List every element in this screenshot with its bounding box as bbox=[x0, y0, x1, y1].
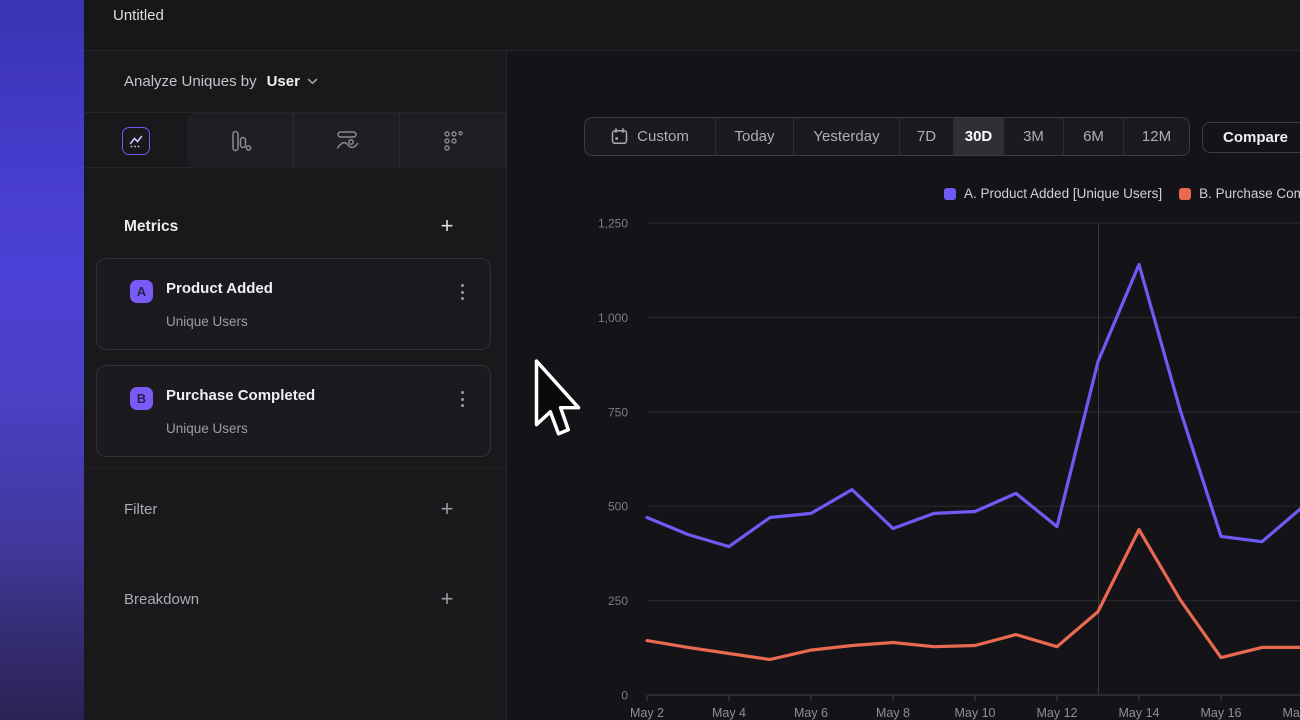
metric-title: Product Added bbox=[166, 280, 273, 297]
x-axis-tick-label: May 18 bbox=[1283, 706, 1300, 720]
tab-funnels[interactable] bbox=[187, 113, 293, 168]
y-axis-tick-label: 1,250 bbox=[598, 217, 628, 231]
x-axis-tick-label: May 2 bbox=[630, 706, 664, 720]
sidebar-divider bbox=[84, 468, 506, 469]
compare-button[interactable]: Compare bbox=[1202, 122, 1300, 153]
time-range-label: 12M bbox=[1142, 128, 1171, 145]
time-range-6m[interactable]: 6M bbox=[1063, 118, 1123, 155]
time-range-yesterday[interactable]: Yesterday bbox=[793, 118, 899, 155]
add-metric-button[interactable]: + bbox=[437, 215, 457, 237]
metric-options-kebab-icon[interactable] bbox=[461, 391, 464, 407]
tab-flows[interactable] bbox=[293, 113, 400, 168]
metric-card[interactable]: B Purchase Completed Unique Users bbox=[96, 365, 491, 457]
metric-subtitle[interactable]: Unique Users bbox=[166, 314, 248, 329]
y-axis-tick-label: 1,000 bbox=[598, 311, 628, 325]
x-axis-tick-label: May 16 bbox=[1201, 706, 1242, 720]
chevron-down-icon bbox=[307, 78, 318, 85]
metric-card[interactable]: A Product Added Unique Users bbox=[96, 258, 491, 350]
time-range-3m[interactable]: 3M bbox=[1003, 118, 1063, 155]
time-range-12m[interactable]: 12M bbox=[1123, 118, 1189, 155]
metric-series-badge: B bbox=[130, 387, 153, 410]
series-line[interactable] bbox=[647, 530, 1300, 660]
retention-dots-icon bbox=[441, 129, 465, 153]
x-axis-tick-label: May 6 bbox=[794, 706, 828, 720]
y-axis-tick-label: 0 bbox=[621, 689, 628, 703]
time-range-today[interactable]: Today bbox=[715, 118, 793, 155]
time-range-label: Today bbox=[734, 128, 774, 145]
x-axis-tick-label: May 14 bbox=[1119, 706, 1160, 720]
add-filter-button[interactable]: + bbox=[437, 498, 457, 520]
flows-icon bbox=[334, 129, 360, 153]
analyze-row: Analyze Uniques by User bbox=[84, 51, 506, 113]
time-range-label: Yesterday bbox=[813, 128, 879, 145]
app-window: { "window": { "title": "Untitled" }, "si… bbox=[0, 0, 1300, 720]
x-axis-tick-label: May 4 bbox=[712, 706, 746, 720]
query-sidebar: Analyze Uniques by User bbox=[84, 51, 507, 720]
metric-title: Purchase Completed bbox=[166, 387, 315, 404]
line-chart-icon bbox=[122, 127, 150, 155]
funnel-bars-icon bbox=[228, 129, 252, 153]
line-chart[interactable]: 0 250 500 750 1,000 1,250 May 2 May 4 May 6 May 8… bbox=[507, 180, 1300, 720]
y-axis-tick-label: 750 bbox=[608, 405, 628, 419]
analyze-by-value: User bbox=[267, 73, 300, 90]
desktop-background-strip bbox=[0, 0, 84, 720]
filter-section-label: Filter bbox=[124, 501, 157, 518]
time-range-label: 3M bbox=[1023, 128, 1044, 145]
calendar-icon bbox=[611, 128, 628, 145]
x-axis-tick-label: May 12 bbox=[1037, 706, 1078, 720]
x-axis-tick-label: May 8 bbox=[876, 706, 910, 720]
y-axis-tick-label: 500 bbox=[608, 500, 628, 514]
series-line[interactable] bbox=[647, 265, 1300, 547]
x-axis-tick-label: May 10 bbox=[955, 706, 996, 720]
time-range-label: 6M bbox=[1083, 128, 1104, 145]
analyze-by-dropdown[interactable]: User bbox=[267, 73, 318, 90]
metric-subtitle[interactable]: Unique Users bbox=[166, 421, 248, 436]
metrics-section-label: Metrics bbox=[124, 218, 178, 236]
chart-type-tabs bbox=[84, 113, 506, 168]
time-range-custom[interactable]: Custom bbox=[585, 118, 715, 155]
analyze-label: Analyze Uniques by bbox=[124, 73, 257, 90]
metric-options-kebab-icon[interactable] bbox=[461, 284, 464, 300]
time-range-label: 7D bbox=[917, 128, 936, 145]
time-range-30d[interactable]: 30D bbox=[953, 118, 1003, 155]
chart-type-tab-group bbox=[187, 113, 506, 168]
chart-panel: Custom Today Yesterday 7D 30D 3M 6M 12M Compare… bbox=[507, 51, 1300, 720]
y-axis-tick-label: 250 bbox=[608, 594, 628, 608]
time-range-label: 30D bbox=[965, 128, 993, 145]
time-range-7d[interactable]: 7D bbox=[899, 118, 953, 155]
metric-series-badge: A bbox=[130, 280, 153, 303]
breakdown-section-label: Breakdown bbox=[124, 591, 199, 608]
add-breakdown-button[interactable]: + bbox=[437, 588, 457, 610]
tab-retention[interactable] bbox=[399, 113, 506, 168]
top-bar: Untitled bbox=[84, 0, 1300, 51]
tab-insights[interactable] bbox=[84, 113, 187, 168]
time-range-label: Custom bbox=[637, 128, 689, 145]
date-range-toolbar: Custom Today Yesterday 7D 30D 3M 6M 12M bbox=[584, 117, 1190, 156]
report-title[interactable]: Untitled bbox=[113, 7, 164, 24]
